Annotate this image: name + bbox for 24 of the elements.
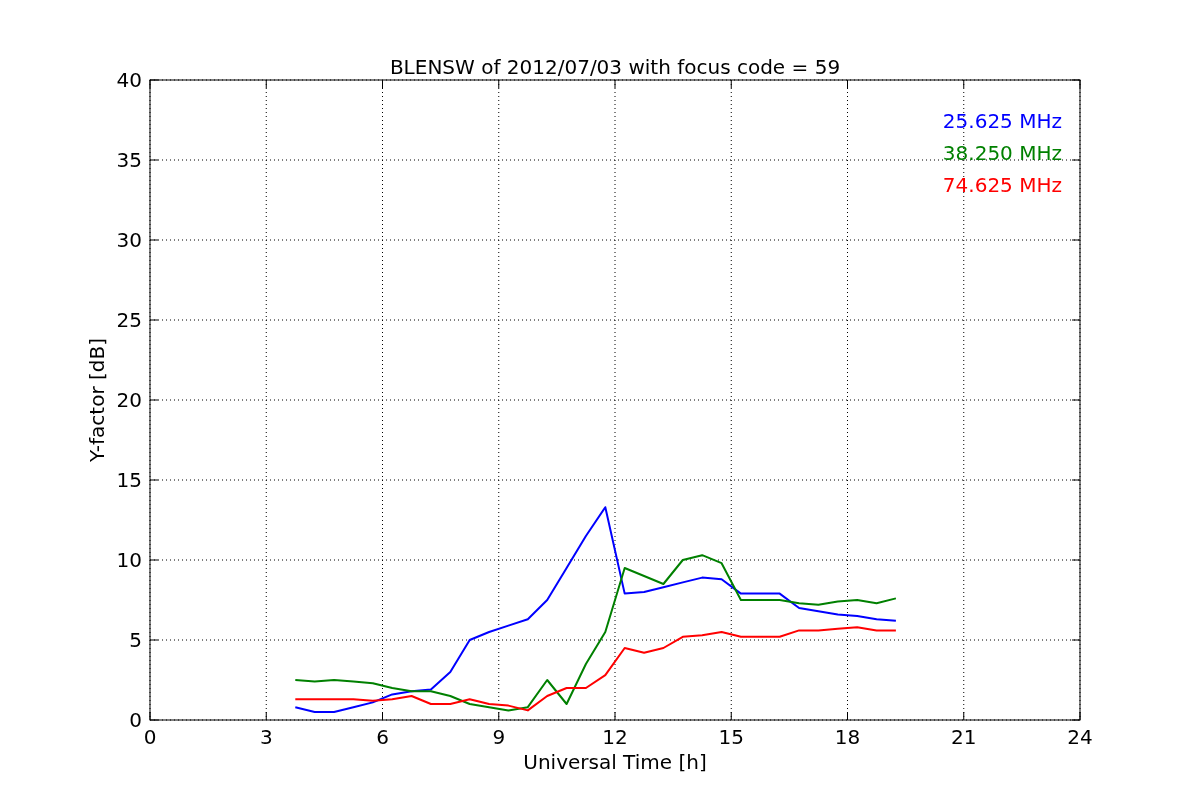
x-tick-label: 15: [718, 725, 744, 749]
y-axis-label: Y-factor [dB]: [85, 338, 109, 462]
x-tick-label: 21: [951, 725, 977, 749]
x-tick-label: 3: [259, 725, 273, 749]
y-tick-label: 40: [116, 68, 142, 92]
x-axis-label: Universal Time [h]: [523, 750, 707, 774]
legend-label: 74.625 MHz: [942, 173, 1062, 197]
y-tick-label: 5: [129, 628, 142, 652]
legend-label: 25.625 MHz: [942, 109, 1062, 133]
y-tick-label: 30: [116, 228, 142, 252]
x-tick-label: 6: [376, 725, 389, 749]
y-tick-label: 15: [116, 468, 142, 492]
chart-title: BLENSW of 2012/07/03 with focus code = 59: [389, 55, 841, 79]
x-tick-label: 24: [1067, 725, 1093, 749]
y-tick-label: 0: [129, 708, 142, 732]
x-tick-label: 18: [834, 725, 861, 749]
legend-label: 38.250 MHz: [942, 141, 1062, 165]
x-tick-label: 9: [492, 725, 506, 749]
y-tick-label: 25: [116, 308, 142, 332]
y-tick-label: 35: [116, 148, 142, 172]
y-tick-label: 10: [116, 548, 142, 572]
x-tick-label: 12: [602, 725, 628, 749]
x-tick-label: 0: [143, 725, 157, 749]
y-tick-label: 20: [116, 388, 142, 412]
